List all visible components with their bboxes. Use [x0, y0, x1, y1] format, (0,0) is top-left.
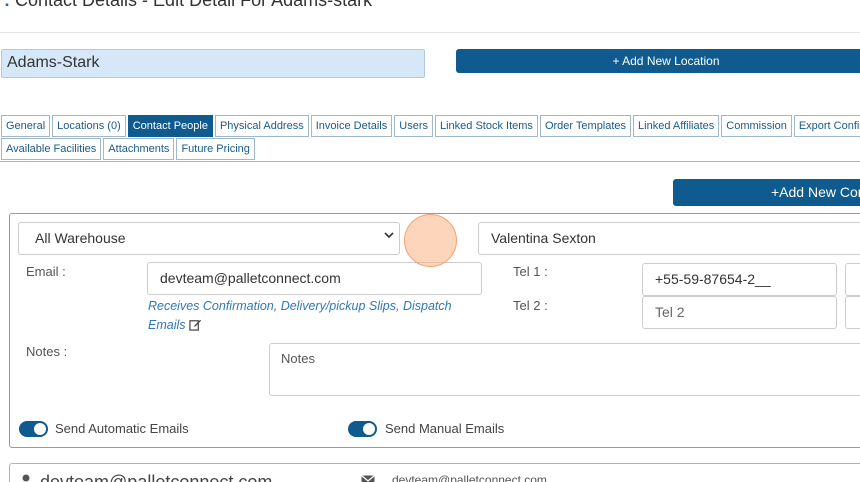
tab-future-pricing[interactable]: Future Pricing: [176, 138, 255, 160]
send-automatic-emails-label: Send Automatic Emails: [55, 421, 189, 436]
tel1-field[interactable]: +55-59-87654-2__: [642, 263, 837, 296]
tab-attachments[interactable]: Attachments: [103, 138, 175, 160]
company-name-input[interactable]: Adams-Stark: [1, 49, 425, 78]
title-divider: [0, 32, 860, 33]
tel2-extra-field[interactable]: [845, 296, 860, 329]
tab-users[interactable]: Users: [394, 115, 433, 137]
tel2-field[interactable]: Tel 2: [642, 296, 837, 329]
contact-name-input[interactable]: Valentina Sexton: [478, 222, 860, 255]
tab-general[interactable]: General: [1, 115, 51, 137]
chevron-down-icon: [383, 229, 395, 244]
mail-icon: [361, 475, 375, 482]
tab-export-configuration[interactable]: Export Configuration: [793, 115, 860, 137]
tabs-row-1: General Locations (0) Contact People Phy…: [1, 115, 860, 137]
person-icon: [22, 474, 30, 482]
send-automatic-emails-toggle[interactable]: [19, 421, 48, 437]
email-label: Email :: [26, 264, 66, 279]
tab-invoice-details[interactable]: Invoice Details: [310, 115, 393, 137]
tab-locations[interactable]: Locations (0): [52, 115, 126, 137]
notes-textarea[interactable]: Notes: [269, 343, 860, 396]
tab-linked-affiliates[interactable]: Linked Affiliates: [633, 115, 720, 137]
add-new-location-button[interactable]: + Add New Location: [456, 49, 860, 73]
title-marker: :: [4, 0, 15, 10]
tabs-divider: [0, 161, 860, 162]
tab-available-facilities[interactable]: Available Facilities: [1, 138, 102, 160]
next-contact-email: devteam@palletconnect.com: [40, 472, 273, 482]
send-manual-emails-toggle[interactable]: [348, 421, 377, 437]
tel1-label: Tel 1 :: [513, 264, 548, 279]
tab-physical-address[interactable]: Physical Address: [214, 115, 309, 137]
page-title: : Contact Details - Edit Detail For Adam…: [4, 0, 372, 11]
add-new-contact-button[interactable]: +Add New Con: [673, 179, 860, 206]
warehouse-select[interactable]: All Warehouse: [18, 222, 400, 255]
tabs-row-2: Available Facilities Attachments Future …: [1, 138, 257, 160]
edit-icon[interactable]: [188, 318, 202, 331]
email-receives-note[interactable]: Receives Confirmation, Delivery/pickup S…: [148, 297, 478, 335]
tab-commission[interactable]: Commission: [721, 115, 792, 137]
warehouse-select-value: All Warehouse: [35, 230, 126, 246]
click-indicator: [404, 214, 457, 267]
tab-linked-stock-items[interactable]: Linked Stock Items: [435, 115, 538, 137]
notes-label: Notes :: [26, 344, 68, 359]
next-contact-email-secondary: devteam@palletconnect.com: [392, 473, 547, 482]
tab-contact-people[interactable]: Contact People: [127, 115, 213, 137]
tel2-label: Tel 2 :: [513, 298, 548, 313]
contact-details-page: : Contact Details - Edit Detail For Adam…: [0, 0, 860, 482]
send-manual-emails-label: Send Manual Emails: [385, 421, 505, 436]
tab-order-templates[interactable]: Order Templates: [539, 115, 632, 137]
tel1-extra-field[interactable]: [845, 263, 860, 296]
